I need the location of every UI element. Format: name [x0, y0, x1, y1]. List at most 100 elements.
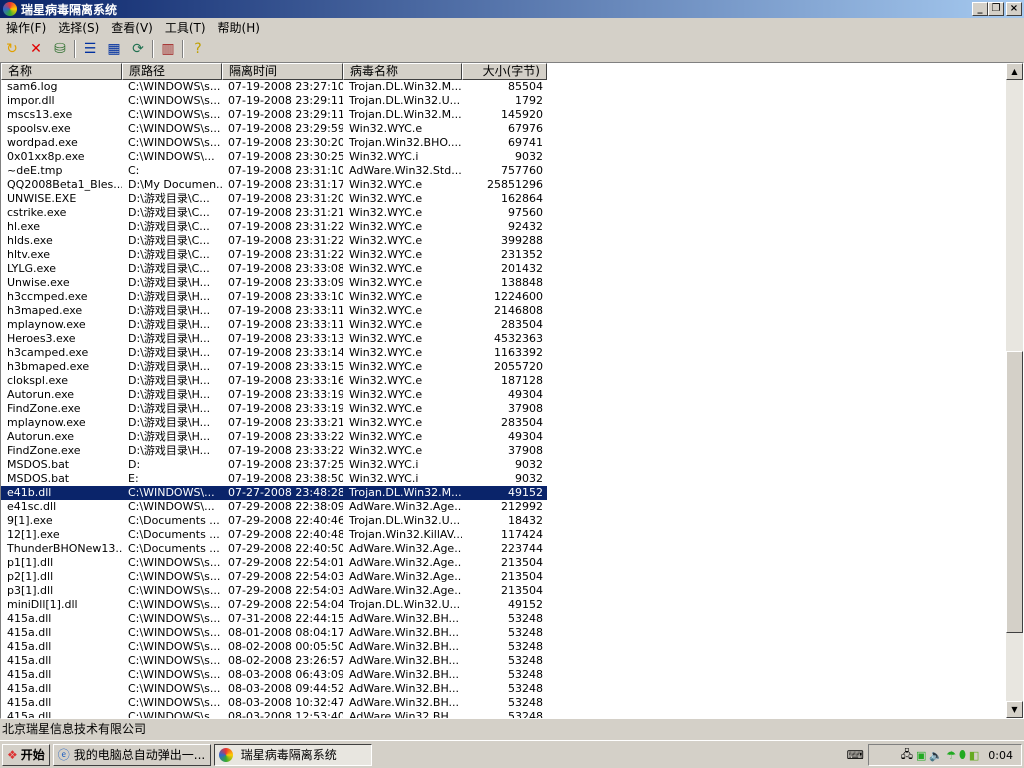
help-button[interactable]: ?: [188, 39, 208, 59]
table-row[interactable]: 415a.dll C:\WINDOWS\s... 08-01-2008 08:04:…: [1, 626, 1006, 640]
umbrella-icon[interactable]: ☂: [946, 749, 956, 762]
cell-virus: Win32.WYC.e: [349, 262, 423, 275]
table-row[interactable]: hltv.exe D:\游戏目录\C... 07-19-2008 23:31:22 W…: [1, 248, 1006, 262]
table-row[interactable]: 415a.dll C:\WINDOWS\s... 08-03-2008 09:44:…: [1, 682, 1006, 696]
table-row[interactable]: Heroes3.exe D:\游戏目录\H... 07-19-2008 23:33:…: [1, 332, 1006, 346]
table-row[interactable]: p1[1].dll C:\WINDOWS\s... 07-29-2008 22:54…: [1, 556, 1006, 570]
table-row[interactable]: p3[1].dll C:\WINDOWS\s... 07-29-2008 22:54…: [1, 584, 1006, 598]
cell-virus: Trojan.Win32.BHO....: [349, 136, 462, 149]
windows-logo-icon: ❖: [7, 747, 18, 762]
volume-icon[interactable]: 🔈: [929, 749, 943, 762]
table-row[interactable]: 415a.dll C:\WINDOWS\s... 07-31-2008 22:44:…: [1, 612, 1006, 626]
menu-item-4[interactable]: 帮助(H): [212, 19, 266, 36]
detail-view-button[interactable]: ▦: [104, 39, 124, 59]
cell-size: 53248: [508, 612, 543, 625]
cell-path: D:\游戏目录\C...: [128, 220, 210, 233]
table-row[interactable]: 0x01xx8p.exe C:\WINDOWS\... 07-19-2008 23:…: [1, 150, 1006, 164]
antivirus-icon[interactable]: ◧: [969, 749, 979, 762]
network-icon[interactable]: 🖧: [901, 746, 913, 765]
table-row[interactable]: clokspl.exe D:\游戏目录\H... 07-19-2008 23:33:…: [1, 374, 1006, 388]
cell-virus: Win32.WYC.e: [349, 206, 423, 219]
column-header-time[interactable]: 隔离时间: [222, 63, 343, 80]
cell-path: C:\WINDOWS\s...: [128, 654, 221, 667]
table-row[interactable]: QQ2008Beta1_Bles... D:\My Documen... 07-19…: [1, 178, 1006, 192]
keyboard-icon[interactable]: ⌨: [847, 748, 864, 762]
column-header-virus[interactable]: 病毒名称: [343, 63, 462, 80]
table-row[interactable]: 415a.dll C:\WINDOWS\s... 08-02-2008 00:05:…: [1, 640, 1006, 654]
table-row[interactable]: mplaynow.exe D:\游戏目录\H... 07-19-2008 23:33…: [1, 416, 1006, 430]
table-row[interactable]: MSDOS.bat D: 07-19-2008 23:37:25 Win32.WYC.…: [1, 458, 1006, 472]
table-row[interactable]: 415a.dll C:\WINDOWS\s... 08-02-2008 23:26:…: [1, 654, 1006, 668]
menu-item-2[interactable]: 查看(V): [105, 19, 159, 36]
cell-name: h3ccmped.exe: [7, 290, 88, 303]
table-row[interactable]: ThunderBHONew13... C:\Documents ... 07-29-…: [1, 542, 1006, 556]
cell-virus: AdWare.Win32.Age...: [349, 556, 462, 569]
cell-name: p1[1].dll: [7, 556, 54, 569]
table-row[interactable]: spoolsv.exe C:\WINDOWS\s... 07-19-2008 23:…: [1, 122, 1006, 136]
cell-time: 07-29-2008 22:54:01: [228, 556, 343, 569]
statistics-button[interactable]: ▥: [158, 39, 178, 59]
monitor-icon[interactable]: ▣: [916, 749, 926, 762]
scan-button[interactable]: ⛁: [50, 39, 70, 59]
table-row[interactable]: 415a.dll C:\WINDOWS\s... 08-03-2008 10:32:…: [1, 696, 1006, 710]
menu-item-1[interactable]: 选择(S): [52, 19, 105, 36]
table-row[interactable]: 12[1].exe C:\Documents ... 07-29-2008 22:4…: [1, 528, 1006, 542]
close-button[interactable]: ×: [1006, 2, 1022, 16]
shield-icon[interactable]: ⬮: [959, 748, 966, 762]
table-row[interactable]: 415a.dll C:\WINDOWS\s... 08-03-2008 06:43:…: [1, 668, 1006, 682]
table-row[interactable]: Autorun.exe D:\游戏目录\H... 07-19-2008 23:33:…: [1, 430, 1006, 444]
table-row[interactable]: LYLG.exe D:\游戏目录\C... 07-19-2008 23:33:08 W…: [1, 262, 1006, 276]
table-row[interactable]: MSDOS.bat E: 07-19-2008 23:38:50 Win32.WYC.…: [1, 472, 1006, 486]
clock[interactable]: 0:04: [988, 749, 1013, 762]
table-row[interactable]: h3bmaped.exe D:\游戏目录\H... 07-19-2008 23:33…: [1, 360, 1006, 374]
vertical-scrollbar[interactable]: ▲ ▼: [1006, 63, 1023, 718]
restore-button[interactable]: ↻: [2, 39, 22, 59]
status-bar: 北京瑞星信息技术有限公司: [2, 722, 147, 736]
table-row[interactable]: ~deE.tmp C: 07-19-2008 23:31:10 AdWare.Win3…: [1, 164, 1006, 178]
menu-item-3[interactable]: 工具(T): [159, 19, 212, 36]
cell-path: C:\WINDOWS\s...: [128, 682, 221, 695]
cell-name: QQ2008Beta1_Bles...: [7, 178, 122, 191]
column-header-size[interactable]: 大小(字节): [462, 63, 547, 80]
column-header-name[interactable]: 名称: [1, 63, 122, 80]
scroll-up-button[interactable]: ▲: [1006, 63, 1023, 80]
table-row[interactable]: FindZone.exe D:\游戏目录\H... 07-19-2008 23:33…: [1, 402, 1006, 416]
column-header-path[interactable]: 原路径: [122, 63, 222, 80]
scroll-thumb[interactable]: [1006, 351, 1023, 633]
table-row[interactable]: mplaynow.exe D:\游戏目录\H... 07-19-2008 23:33…: [1, 318, 1006, 332]
cell-virus: Win32.WYC.e: [349, 360, 423, 373]
cell-path: E:: [128, 472, 139, 485]
table-row[interactable]: impor.dll C:\WINDOWS\s... 07-19-2008 23:29…: [1, 94, 1006, 108]
taskbar-item-ie[interactable]: ⓔ 我的电脑总自动弹出一...: [52, 743, 211, 766]
table-row[interactable]: e41sc.dll C:\WINDOWS\... 07-29-2008 22:38:…: [1, 500, 1006, 514]
cell-name: e41sc.dll: [7, 500, 57, 513]
list-view-button[interactable]: ☰: [80, 39, 100, 59]
cell-size: 162864: [501, 192, 543, 205]
minimize-button[interactable]: _: [972, 2, 988, 16]
start-button[interactable]: ❖ 开始: [2, 743, 50, 766]
table-row[interactable]: miniDll[1].dll C:\WINDOWS\s... 07-29-2008 …: [1, 598, 1006, 612]
table-row[interactable]: FindZone.exe D:\游戏目录\H... 07-19-2008 23:33…: [1, 444, 1006, 458]
table-row[interactable]: Autorun.exe D:\游戏目录\H... 07-19-2008 23:33:…: [1, 388, 1006, 402]
taskbar-item-rising[interactable]: 瑞星病毒隔离系统: [213, 743, 372, 766]
table-row[interactable]: hl.exe D:\游戏目录\C... 07-19-2008 23:31:22 Win…: [1, 220, 1006, 234]
refresh-view-button[interactable]: ⟳: [128, 39, 148, 59]
table-row[interactable]: h3ccmped.exe D:\游戏目录\H... 07-19-2008 23:33…: [1, 290, 1006, 304]
delete-button[interactable]: ✕: [26, 39, 46, 59]
menu-item-0[interactable]: 操作(F): [0, 19, 52, 36]
scroll-down-button[interactable]: ▼: [1006, 701, 1023, 718]
table-row[interactable]: 415a.dll C:\WINDOWS\s... 08-03-2008 12:53:…: [1, 710, 1006, 718]
table-row[interactable]: Unwise.exe D:\游戏目录\H... 07-19-2008 23:33:0…: [1, 276, 1006, 290]
table-row[interactable]: h3camped.exe D:\游戏目录\H... 07-19-2008 23:33…: [1, 346, 1006, 360]
table-row[interactable]: wordpad.exe C:\WINDOWS\s... 07-19-2008 23:…: [1, 136, 1006, 150]
table-row[interactable]: e41b.dll C:\WINDOWS\... 07-27-2008 23:48:2…: [1, 486, 1006, 500]
table-row[interactable]: h3maped.exe D:\游戏目录\H... 07-19-2008 23:33:…: [1, 304, 1006, 318]
table-row[interactable]: cstrike.exe D:\游戏目录\C... 07-19-2008 23:31:…: [1, 206, 1006, 220]
table-row[interactable]: p2[1].dll C:\WINDOWS\s... 07-29-2008 22:54…: [1, 570, 1006, 584]
table-row[interactable]: hlds.exe D:\游戏目录\C... 07-19-2008 23:31:22 W…: [1, 234, 1006, 248]
table-row[interactable]: sam6.log C:\WINDOWS\s... 07-19-2008 23:27:…: [1, 80, 1006, 94]
table-row[interactable]: 9[1].exe C:\Documents ... 07-29-2008 22:40…: [1, 514, 1006, 528]
table-row[interactable]: UNWISE.EXE D:\游戏目录\C... 07-19-2008 23:31:2…: [1, 192, 1006, 206]
table-row[interactable]: mscs13.exe C:\WINDOWS\s... 07-19-2008 23:2…: [1, 108, 1006, 122]
maximize-button[interactable]: ❐: [988, 2, 1004, 16]
